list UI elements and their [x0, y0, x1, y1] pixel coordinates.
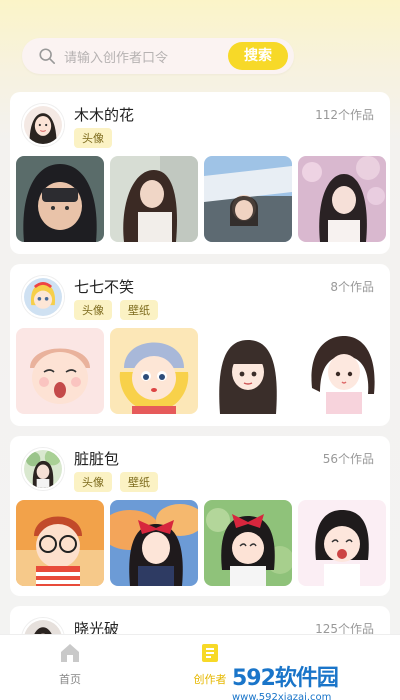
work-thumbnail[interactable] — [204, 328, 292, 414]
watermark-url: www.592xiazai.com — [232, 692, 332, 700]
avatar — [22, 448, 64, 490]
work-thumbnail[interactable] — [298, 500, 386, 586]
creator-card[interactable]: 七七不笑 8个作品 头像 壁纸 — [10, 264, 390, 426]
search-icon — [39, 48, 56, 65]
work-thumbnail[interactable] — [110, 328, 198, 414]
work-thumbnail[interactable] — [298, 156, 386, 242]
work-thumbnail[interactable] — [204, 500, 292, 586]
watermark-brand: 592软件园 — [232, 666, 339, 691]
tag-avatar[interactable]: 头像 — [74, 128, 112, 148]
work-thumbnail[interactable] — [110, 156, 198, 242]
creator-name[interactable]: 七七不笑 — [74, 276, 134, 297]
creator-name[interactable]: 木木的花 — [74, 104, 134, 125]
work-thumbnail[interactable] — [16, 328, 104, 414]
tag-wallpaper[interactable]: 壁纸 — [120, 472, 158, 492]
search-button[interactable]: 搜索 — [228, 42, 288, 70]
work-thumbnail[interactable] — [298, 328, 386, 414]
work-thumbnail[interactable] — [16, 156, 104, 242]
nav-home[interactable]: 首页 — [30, 641, 110, 687]
work-thumbnail[interactable] — [110, 500, 198, 586]
work-count: 8个作品 — [330, 280, 374, 294]
tag-avatar[interactable]: 头像 — [74, 472, 112, 492]
home-icon — [61, 644, 79, 662]
avatar — [22, 276, 64, 318]
search-bar[interactable]: 请输入创作者口令 搜索 — [22, 38, 294, 74]
tag-wallpaper[interactable]: 壁纸 — [120, 300, 158, 320]
avatar — [22, 104, 64, 146]
watermark: 592软件园 www.592xiazai.com — [232, 660, 392, 700]
nav-home-label: 首页 — [59, 673, 81, 686]
tag-avatar[interactable]: 头像 — [74, 300, 112, 320]
creator-icon — [202, 644, 218, 662]
work-thumbnail[interactable] — [16, 500, 104, 586]
work-count: 56个作品 — [322, 452, 374, 466]
creator-card[interactable]: 木木的花 112个作品 头像 — [10, 92, 390, 254]
work-thumbnail[interactable] — [204, 156, 292, 242]
creator-name[interactable]: 脏脏包 — [74, 448, 119, 469]
work-count: 112个作品 — [315, 108, 374, 122]
search-input[interactable]: 请输入创作者口令 — [64, 47, 168, 66]
creator-card[interactable]: 脏脏包 56个作品 头像 壁纸 — [10, 436, 390, 596]
